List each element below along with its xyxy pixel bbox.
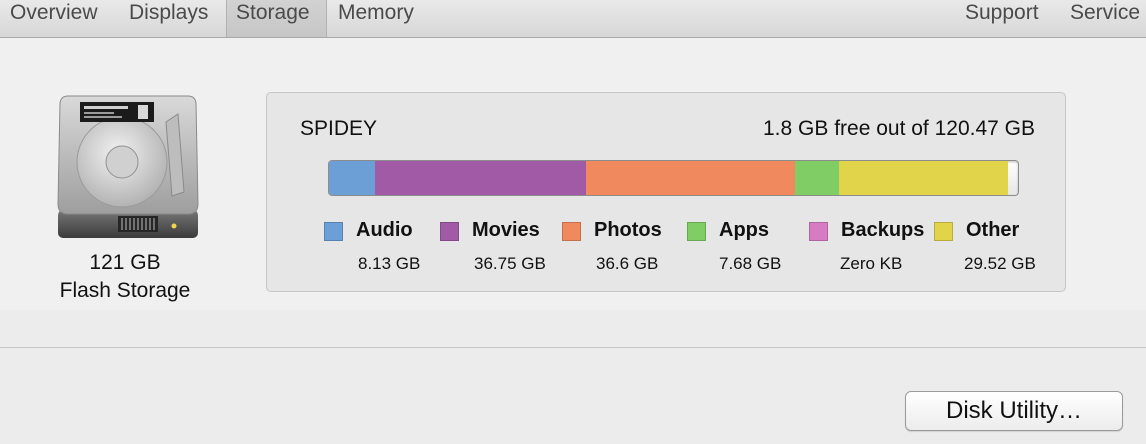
usage-segment-photos — [585, 161, 795, 195]
hard-drive-icon — [50, 92, 210, 247]
legend-name: Apps — [719, 219, 769, 241]
legend-name: Backups — [841, 219, 925, 241]
photos-swatch — [562, 222, 581, 241]
legend-name: Photos — [594, 219, 662, 241]
tab-support[interactable]: Support — [965, 0, 1039, 37]
drive-label: 121 GB Flash Storage — [30, 249, 220, 305]
drive-capacity: 121 GB — [89, 251, 161, 274]
usage-segment-apps — [794, 161, 839, 195]
other-swatch — [934, 222, 953, 241]
legend-size: 36.75 GB — [474, 254, 546, 273]
drive-type: Flash Storage — [59, 279, 191, 302]
legend-name: Other — [966, 219, 1020, 241]
storage-usage-bar — [328, 160, 1019, 196]
tab-service[interactable]: Service — [1070, 0, 1140, 37]
usage-segment-audio — [329, 161, 376, 195]
tab-overview[interactable]: Overview — [10, 0, 98, 37]
divider — [0, 347, 1146, 348]
tab-memory[interactable]: Memory — [338, 0, 414, 37]
legend-size: Zero KB — [840, 254, 903, 273]
tab-storage[interactable]: Storage — [226, 0, 327, 37]
volume-free-text: 1.8 GB free out of 120.47 GB — [762, 117, 1035, 140]
toolbar: Overview Displays Storage Memory Support… — [0, 0, 1146, 38]
legend-name: Movies — [472, 219, 540, 241]
usage-segment-movies — [375, 161, 586, 195]
legend-size: 7.68 GB — [719, 254, 782, 273]
usage-segment-other — [838, 161, 1008, 195]
disk-utility-button[interactable]: Disk Utility… — [905, 391, 1123, 431]
legend-name: Audio — [356, 219, 413, 241]
movies-swatch — [440, 222, 459, 241]
legend-size: 29.52 GB — [964, 254, 1036, 273]
audio-swatch — [324, 222, 343, 241]
apps-swatch — [687, 222, 706, 241]
backups-swatch — [809, 222, 828, 241]
tab-displays[interactable]: Displays — [129, 0, 208, 37]
legend-size: 8.13 GB — [358, 254, 421, 273]
volume-name: SPIDEY — [300, 117, 378, 140]
legend-size: 36.6 GB — [596, 254, 659, 273]
